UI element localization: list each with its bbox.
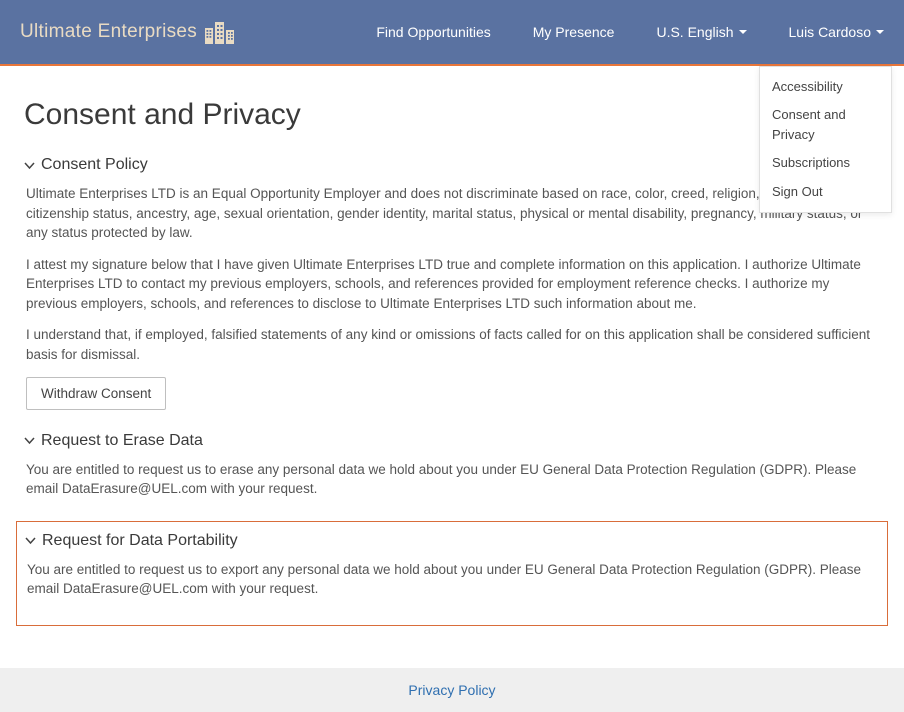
withdraw-consent-button[interactable]: Withdraw Consent bbox=[26, 377, 166, 410]
brand-name: Ultimate Enterprises bbox=[20, 21, 197, 43]
nav-items: Find Opportunities My Presence U.S. Engl… bbox=[376, 24, 884, 40]
page-title: Consent and Privacy bbox=[24, 98, 880, 132]
policy-paragraph: Ultimate Enterprises LTD is an Equal Opp… bbox=[26, 184, 880, 243]
section-consent-policy: Consent Policy Ultimate Enterprises LTD … bbox=[24, 156, 880, 410]
footer: Privacy Policy bbox=[0, 668, 904, 712]
privacy-policy-link[interactable]: Privacy Policy bbox=[408, 682, 495, 698]
section-toggle-data-portability[interactable]: Request for Data Portability bbox=[25, 532, 879, 550]
nav-link-label: Find Opportunities bbox=[376, 24, 490, 40]
section-title: Request to Erase Data bbox=[41, 432, 203, 450]
section-toggle-consent-policy[interactable]: Consent Policy bbox=[24, 156, 880, 174]
user-dropdown-menu: Accessibility Consent and Privacy Subscr… bbox=[759, 66, 892, 213]
section-title: Request for Data Portability bbox=[42, 532, 238, 550]
nav-link-label: My Presence bbox=[533, 24, 615, 40]
section-body: You are entitled to request us to export… bbox=[25, 560, 879, 599]
section-body: Ultimate Enterprises LTD is an Equal Opp… bbox=[24, 184, 880, 410]
caret-down-icon bbox=[739, 30, 747, 34]
nav-find-opportunities[interactable]: Find Opportunities bbox=[376, 24, 490, 40]
section-erase-data: Request to Erase Data You are entitled t… bbox=[24, 432, 880, 499]
chevron-down-icon bbox=[24, 160, 35, 171]
portability-text: You are entitled to request us to export… bbox=[27, 560, 879, 599]
section-data-portability: Request for Data Portability You are ent… bbox=[16, 521, 888, 626]
section-body: You are entitled to request us to erase … bbox=[24, 460, 880, 499]
chevron-down-icon bbox=[24, 435, 35, 446]
menu-item-sign-out[interactable]: Sign Out bbox=[760, 178, 891, 206]
erase-data-text: You are entitled to request us to erase … bbox=[26, 460, 880, 499]
chevron-down-icon bbox=[25, 535, 36, 546]
policy-paragraph: I understand that, if employed, falsifie… bbox=[26, 325, 880, 364]
section-toggle-erase-data[interactable]: Request to Erase Data bbox=[24, 432, 880, 450]
nav-link-label: Luis Cardoso bbox=[789, 24, 872, 40]
nav-language-dropdown[interactable]: U.S. English bbox=[656, 24, 746, 40]
buildings-icon bbox=[205, 20, 237, 44]
section-title: Consent Policy bbox=[41, 156, 148, 174]
brand: Ultimate Enterprises bbox=[20, 20, 237, 44]
nav-link-label: U.S. English bbox=[656, 24, 733, 40]
policy-paragraph: I attest my signature below that I have … bbox=[26, 255, 880, 314]
nav-my-presence[interactable]: My Presence bbox=[533, 24, 615, 40]
menu-item-accessibility[interactable]: Accessibility bbox=[760, 73, 891, 101]
menu-item-consent-privacy[interactable]: Consent and Privacy bbox=[760, 101, 891, 149]
menu-item-subscriptions[interactable]: Subscriptions bbox=[760, 149, 891, 177]
nav-user-dropdown[interactable]: Luis Cardoso bbox=[789, 24, 885, 40]
top-navbar: Ultimate Enterprises bbox=[0, 0, 904, 66]
caret-down-icon bbox=[876, 30, 884, 34]
